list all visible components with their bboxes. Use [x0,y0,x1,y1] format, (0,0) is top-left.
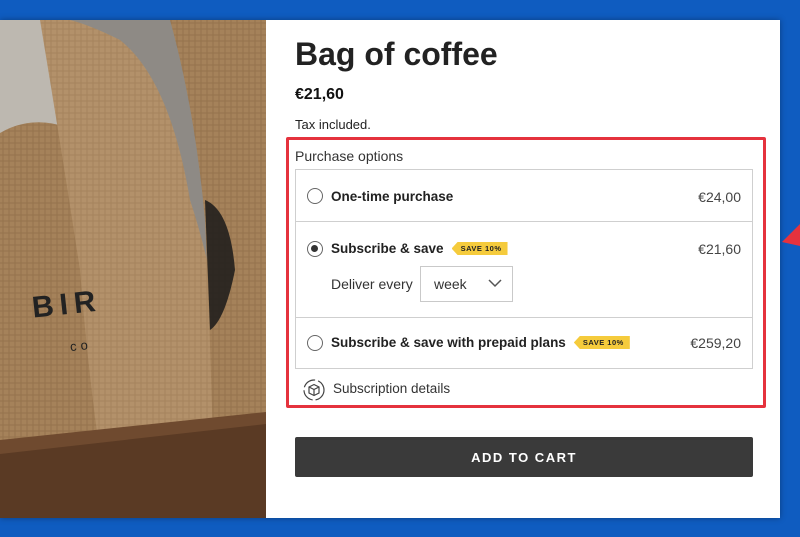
save-badge: SAVE 10% [573,335,630,349]
radio-subscribe-save[interactable] [307,241,323,257]
purchase-options-group: One-time purchase €24,00 Subscribe & sav… [295,169,753,369]
product-title: Bag of coffee [295,36,498,72]
annotation-arrow-icon [782,224,800,246]
deliver-frequency-value: week [434,276,467,292]
option-label: Subscribe & save [331,241,444,256]
option-subscribe-save[interactable]: Subscribe & save SAVE 10% €21,60 Deliver … [296,222,752,318]
option-one-time-purchase[interactable]: One-time purchase €24,00 [296,170,752,222]
option-label: Subscribe & save with prepaid plans [331,335,566,350]
subscription-box-icon [303,379,325,401]
product-price: €21,60 [295,86,344,103]
tax-note: Tax included. [295,117,371,132]
deliver-every-label: Deliver every [331,276,413,292]
save-badge: SAVE 10% [451,241,508,255]
option-label: One-time purchase [331,189,454,204]
sack-brand-text: BIR [30,284,104,325]
subscription-details-label: Subscription details [333,381,451,396]
product-image: BIR co [0,20,266,518]
deliver-frequency-select[interactable]: week [420,266,513,302]
purchase-options-label: Purchase options [295,148,404,164]
option-subscribe-prepaid[interactable]: Subscribe & save with prepaid plans SAVE … [296,318,752,368]
option-price: €21,60 [698,241,741,257]
radio-one-time[interactable] [307,188,323,204]
option-price: €24,00 [698,189,741,205]
radio-subscribe-prepaid[interactable] [307,335,323,351]
sack-sub-text: co [69,336,93,355]
subscription-details-link[interactable]: Subscription details [302,378,502,401]
option-price: €259,20 [690,335,741,351]
coffee-sacks-illustration [0,20,266,518]
chevron-down-icon [488,279,502,288]
add-to-cart-button[interactable]: ADD TO CART [295,437,753,477]
